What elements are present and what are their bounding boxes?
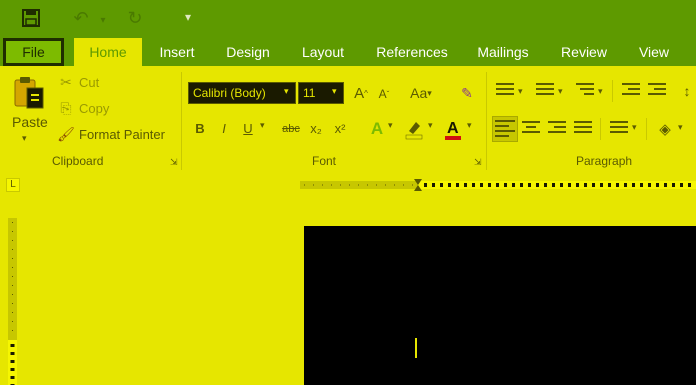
group-separator <box>181 72 182 170</box>
tab-file[interactable]: File <box>3 38 64 66</box>
sort-icon[interactable]: ↕ <box>678 80 696 102</box>
line-spacing-icon[interactable] <box>608 118 630 140</box>
font-dialog-launcher-icon[interactable]: ⇲ <box>474 158 483 167</box>
customize-qat-icon[interactable]: ▾ <box>177 6 199 28</box>
highlight-icon-shape <box>405 122 423 140</box>
horizontal-ruler[interactable] <box>300 179 696 191</box>
clear-formatting-icon[interactable]: ✎ <box>456 82 478 104</box>
copy-button[interactable]: Copy <box>79 101 109 116</box>
paragraph-separator <box>600 118 601 140</box>
underline-button[interactable]: U <box>238 118 258 140</box>
font-color-icon[interactable]: A <box>442 116 464 142</box>
cut-button[interactable]: Cut <box>79 75 99 90</box>
shrink-font-glyph: A <box>378 87 387 101</box>
multilevel-list-icon[interactable] <box>574 80 596 102</box>
align-center-icon[interactable] <box>520 118 542 140</box>
italic-button[interactable]: I <box>214 118 234 140</box>
tab-selector-button[interactable]: L <box>6 178 20 192</box>
clipboard-group-label: Clipboard <box>52 154 104 168</box>
undo-dropdown-icon[interactable]: ▾ <box>92 9 114 31</box>
font-size-field[interactable]: 11 <box>298 82 344 104</box>
bullets-icon[interactable] <box>494 80 516 102</box>
vertical-ruler[interactable] <box>7 218 18 385</box>
group-separator <box>486 72 487 170</box>
paste-button[interactable]: Paste <box>12 114 48 130</box>
justify-icon[interactable] <box>572 118 594 140</box>
increase-indent-icon[interactable] <box>646 80 668 102</box>
decrease-indent-icon[interactable] <box>620 80 642 102</box>
align-left-icon[interactable] <box>492 116 518 142</box>
numbering-icon[interactable] <box>534 80 556 102</box>
text-cursor <box>415 338 417 358</box>
numbering-dropdown-icon[interactable]: ▾ <box>558 86 563 97</box>
redo-icon[interactable]: ↻ <box>124 7 146 29</box>
font-name-field[interactable]: Calibri (Body) <box>188 82 296 104</box>
paragraph-separator <box>646 118 647 140</box>
svg-text:A: A <box>447 120 459 137</box>
paragraph-group-label: Paragraph <box>576 154 633 168</box>
copy-icon[interactable]: ⎘ <box>57 99 75 117</box>
paste-icon-shape <box>14 77 44 109</box>
bullets-dropdown-icon[interactable]: ▾ <box>518 86 523 97</box>
tab-references[interactable]: References <box>369 38 455 66</box>
shrink-font-icon[interactable]: Aˇ <box>375 84 393 104</box>
change-case-glyph: Aa <box>410 85 428 101</box>
tab-view[interactable]: View <box>631 38 677 66</box>
subscript-button[interactable]: x₂ <box>306 118 326 140</box>
strikethrough-button[interactable]: abc <box>278 118 304 140</box>
clipboard-dialog-launcher-icon[interactable]: ⇲ <box>170 158 179 167</box>
ribbon-tabs: File Home Insert Design Layout Reference… <box>0 38 696 66</box>
paste-icon[interactable] <box>12 76 46 110</box>
underline-dropdown-icon[interactable]: ▾ <box>260 120 265 131</box>
highlight-dropdown-icon[interactable]: ▾ <box>428 120 433 131</box>
bold-button[interactable]: B <box>190 118 210 140</box>
change-case-icon[interactable]: Aa ▾ <box>406 82 436 104</box>
cut-icon[interactable]: ✂ <box>57 73 75 91</box>
grow-font-glyph: A <box>354 84 365 102</box>
multilevel-list-dropdown-icon[interactable]: ▾ <box>598 86 603 97</box>
save-icon[interactable] <box>20 7 42 29</box>
font-name-dropdown-icon[interactable]: ▾ <box>284 86 289 97</box>
line-spacing-dropdown-icon[interactable]: ▾ <box>632 122 637 133</box>
ribbon-home: Paste ▾ ✂ Cut ⎘ Copy 🖌 Format Painter Cl… <box>0 66 696 175</box>
shading-dropdown-icon[interactable]: ▾ <box>678 122 683 133</box>
format-painter-icon[interactable]: 🖌 <box>57 125 75 143</box>
font-group-label: Font <box>312 154 337 168</box>
superscript-button[interactable]: x² <box>330 118 350 140</box>
text-effects-dropdown-icon[interactable]: ▾ <box>388 120 393 131</box>
tab-layout[interactable]: Layout <box>293 38 353 66</box>
paragraph-separator <box>612 80 613 102</box>
save-icon-shape <box>22 9 40 27</box>
grow-font-icon[interactable]: A ^ <box>351 82 371 104</box>
tab-home[interactable]: Home <box>74 38 142 66</box>
format-painter-button[interactable]: Format Painter <box>79 127 165 142</box>
highlight-icon[interactable] <box>403 118 425 140</box>
document-page[interactable] <box>304 226 696 385</box>
tab-insert[interactable]: Insert <box>150 38 204 66</box>
paste-dropdown-icon[interactable]: ▾ <box>22 133 27 144</box>
font-color-dropdown-icon[interactable]: ▾ <box>467 120 472 131</box>
font-size-dropdown-icon[interactable]: ▾ <box>332 86 337 97</box>
font-color-icon-shape: A <box>445 120 461 140</box>
text-effects-icon[interactable]: A <box>366 118 388 140</box>
tab-design[interactable]: Design <box>219 38 277 66</box>
shading-icon[interactable]: ◈ <box>654 118 676 140</box>
tab-mailings[interactable]: Mailings <box>470 38 536 66</box>
undo-icon[interactable]: ↶ <box>70 7 92 29</box>
tab-review[interactable]: Review <box>555 38 613 66</box>
align-right-icon[interactable] <box>546 118 568 140</box>
